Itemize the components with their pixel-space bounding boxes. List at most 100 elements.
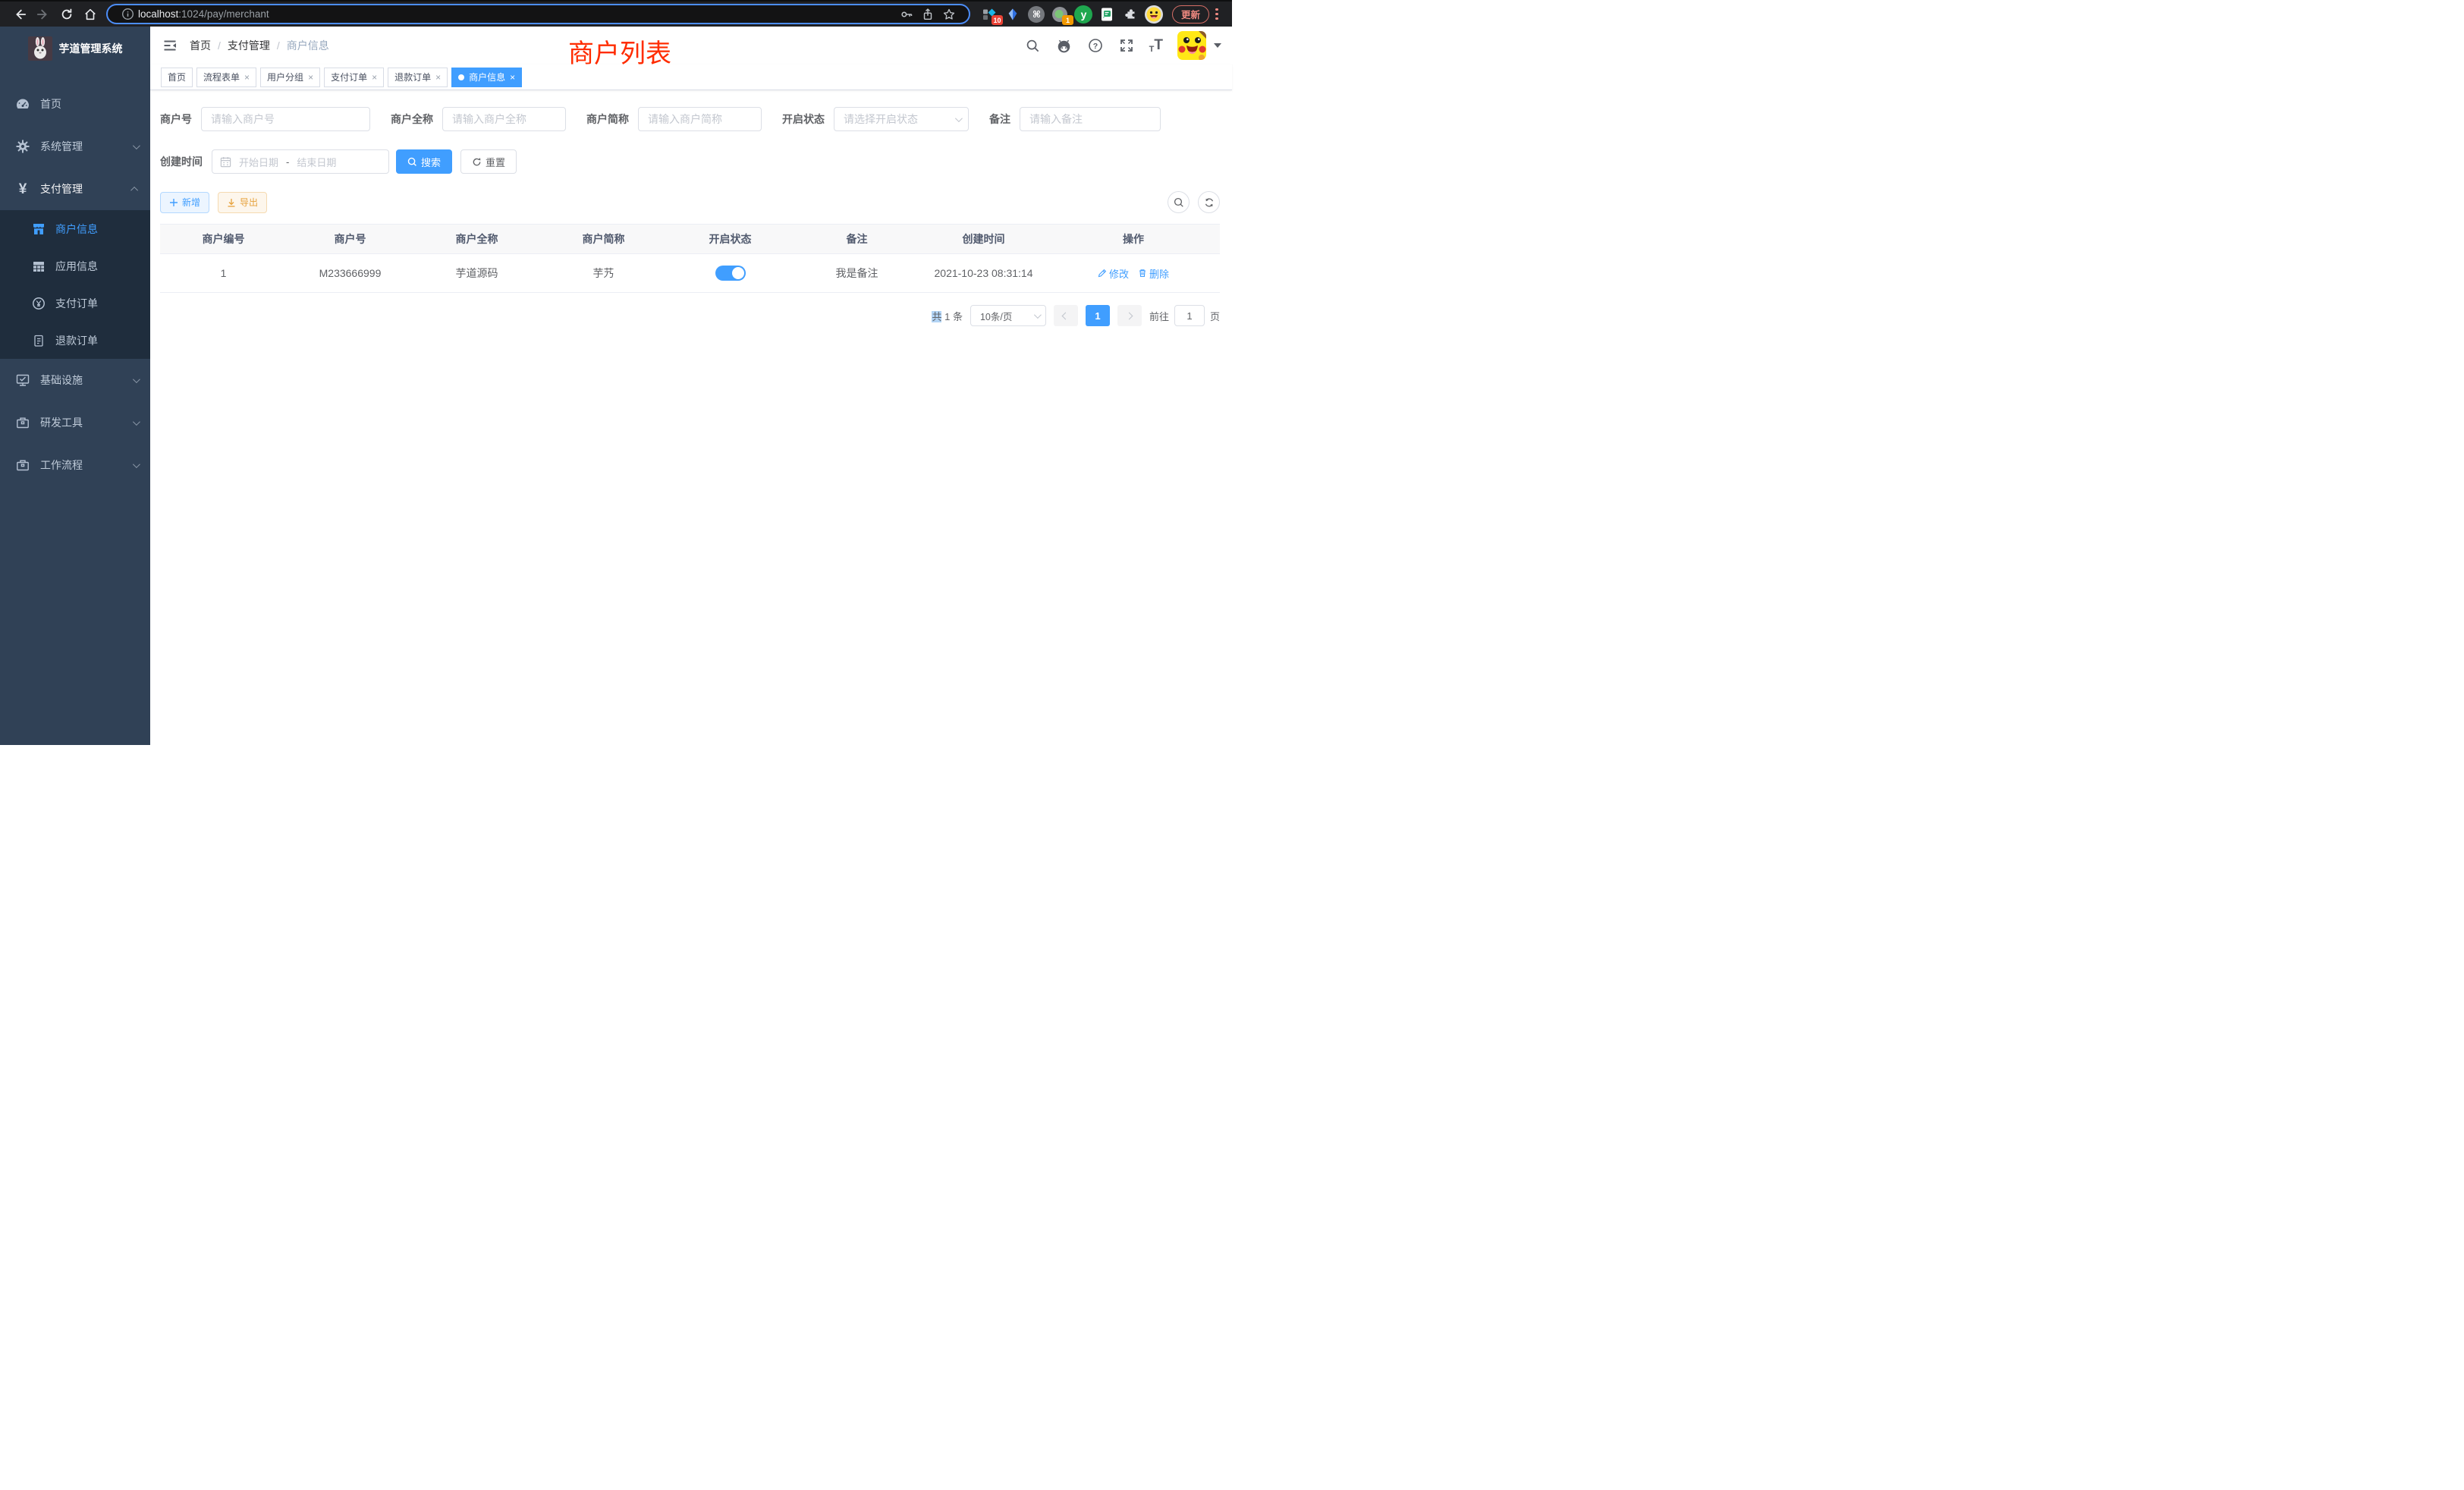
short-name-input[interactable]: [638, 107, 762, 131]
sidebar-item-app-info[interactable]: 应用信息: [0, 247, 150, 284]
reset-button[interactable]: 重置: [460, 149, 517, 174]
search-button[interactable]: 搜索: [396, 149, 452, 174]
cell-full-name: 芋道源码: [413, 266, 540, 281]
browser-back-button[interactable]: [8, 3, 31, 25]
tab-merchant-info[interactable]: 商户信息×: [451, 68, 522, 87]
sidebar-item-refund-order[interactable]: 退款订单: [0, 322, 150, 359]
tab-user-group[interactable]: 用户分组 ×: [260, 68, 320, 87]
cell-merchant-no: M233666999: [287, 267, 413, 279]
app-navbar: 首页 / 支付管理 / 商户信息 ? T: [150, 27, 1232, 64]
kite-extension-icon[interactable]: [1001, 2, 1025, 26]
add-button[interactable]: 新增: [160, 192, 209, 213]
share-icon: [921, 8, 935, 21]
sidebar-item-label: 工作流程: [40, 457, 133, 473]
edit-link[interactable]: 修改: [1098, 266, 1129, 281]
chat-extension-icon[interactable]: [1095, 2, 1119, 26]
sidebar-logo[interactable]: 芋道管理系统: [0, 27, 150, 66]
blocks-extension-icon[interactable]: 10: [978, 2, 1001, 26]
tab-pay-order[interactable]: 支付订单 ×: [324, 68, 384, 87]
page-size-select[interactable]: 10条/页: [970, 305, 1046, 326]
gear-icon: [14, 139, 31, 154]
browser-forward-button[interactable]: [31, 3, 55, 25]
full-name-input[interactable]: [442, 107, 566, 131]
cell-create-time: 2021-10-23 08:31:14: [920, 267, 1047, 279]
share-button[interactable]: [917, 5, 938, 24]
date-range-picker[interactable]: 开始日期 - 结束日期: [212, 149, 389, 174]
breadcrumb-payment[interactable]: 支付管理: [228, 38, 270, 53]
extensions-puzzle-icon[interactable]: [1119, 2, 1142, 26]
status-select[interactable]: 请选择开启状态: [834, 107, 969, 131]
y-extension-icon[interactable]: y: [1072, 2, 1095, 26]
sidebar-item-system[interactable]: 系统管理: [0, 125, 150, 168]
url-path: :1024/pay/merchant: [178, 8, 269, 20]
address-bar[interactable]: localhost:1024/pay/merchant: [106, 4, 970, 24]
bookmark-star-button[interactable]: [938, 5, 960, 24]
chevron-left-icon: [1062, 312, 1070, 319]
remark-input[interactable]: [1020, 107, 1161, 131]
help-doc-button[interactable]: ?: [1087, 37, 1104, 54]
status-toggle[interactable]: [715, 266, 746, 281]
tab-label: 退款订单: [394, 71, 431, 83]
jumper-input[interactable]: [1174, 305, 1205, 326]
search-icon: [1026, 39, 1040, 53]
tab-process-form[interactable]: 流程表单×: [196, 68, 256, 87]
github-link-button[interactable]: [1056, 37, 1073, 54]
sidebar-item-home[interactable]: 首页: [0, 83, 150, 125]
close-icon[interactable]: ×: [244, 72, 250, 83]
header-search-button[interactable]: [1025, 37, 1042, 54]
column-header: 开启状态: [667, 231, 794, 247]
fullscreen-button[interactable]: [1118, 37, 1135, 54]
font-size-button[interactable]: TT: [1149, 37, 1163, 54]
calendar-icon: [220, 156, 231, 168]
jumper-prefix: 前往: [1149, 309, 1169, 323]
breadcrumb-current: 商户信息: [287, 38, 329, 53]
sidebar-collapse-button[interactable]: [156, 32, 184, 59]
browser-menu-button[interactable]: [1209, 4, 1224, 25]
prev-page-button[interactable]: [1054, 305, 1078, 326]
export-button[interactable]: 导出: [218, 192, 267, 213]
refresh-table-button[interactable]: [1198, 191, 1220, 213]
merchant-no-input[interactable]: [201, 107, 370, 131]
total-count: 1: [941, 311, 952, 322]
user-avatar: [1177, 31, 1206, 60]
close-icon[interactable]: ×: [435, 72, 441, 83]
site-info-icon[interactable]: [117, 5, 138, 24]
next-page-button[interactable]: [1117, 305, 1142, 326]
sidebar-item-infrastructure[interactable]: 基础设施: [0, 359, 150, 401]
sidebar-item-merchant-info[interactable]: 商户信息: [0, 210, 150, 247]
browser-reload-button[interactable]: [55, 3, 78, 25]
sidebar-item-dev-tools[interactable]: 研发工具: [0, 401, 150, 444]
github-icon: [1056, 38, 1072, 54]
export-button-label: 导出: [240, 196, 258, 209]
toggle-knob: [732, 267, 744, 279]
sidebar-item-pay-order[interactable]: 支付订单: [0, 284, 150, 322]
toggle-search-button[interactable]: [1168, 191, 1190, 213]
start-date-placeholder: 开始日期: [239, 155, 278, 169]
table-header-row: 商户编号 商户号 商户全称 商户简称 开启状态 备注 创建时间 操作: [160, 225, 1220, 254]
command-extension-icon[interactable]: ⌘: [1025, 2, 1048, 26]
tab-refund-order[interactable]: 退款订单 ×: [388, 68, 448, 87]
filter-row-1: 商户号 商户全称 商户简称 开启状态 请选择开启状态: [160, 107, 1220, 131]
user-menu[interactable]: [1177, 31, 1221, 60]
browser-home-button[interactable]: [78, 3, 102, 25]
page-number-1[interactable]: 1: [1086, 305, 1110, 326]
breadcrumb-separator: /: [218, 39, 221, 52]
url-text[interactable]: localhost:1024/pay/merchant: [138, 8, 896, 20]
status-extension-icon[interactable]: 1: [1048, 2, 1072, 26]
emoji-profile-avatar[interactable]: [1142, 2, 1166, 26]
sidebar-item-payment[interactable]: ¥ 支付管理: [0, 168, 150, 210]
delete-link[interactable]: 删除: [1138, 266, 1169, 281]
password-key-button[interactable]: [896, 5, 917, 24]
breadcrumb-home[interactable]: 首页: [190, 38, 211, 53]
sidebar-item-workflow[interactable]: 工作流程: [0, 444, 150, 486]
column-header: 商户简称: [540, 231, 667, 247]
tab-home[interactable]: 首页: [161, 68, 193, 87]
yen-icon: ¥: [14, 182, 31, 196]
tab-label: 用户分组: [267, 71, 303, 83]
close-icon[interactable]: ×: [308, 72, 313, 83]
browser-update-button[interactable]: 更新: [1172, 5, 1209, 24]
close-icon[interactable]: ×: [372, 72, 377, 83]
tab-label: 支付订单: [331, 71, 367, 83]
close-icon[interactable]: ×: [510, 72, 515, 83]
full-name-label: 商户全称: [391, 112, 433, 127]
